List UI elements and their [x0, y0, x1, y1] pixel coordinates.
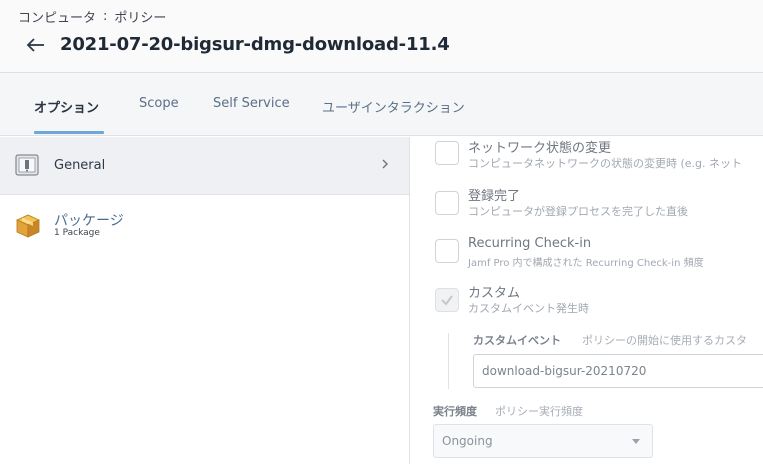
- sidebar-item-packages[interactable]: パッケージ 1 Package: [0, 195, 409, 255]
- trigger-description: カスタムイベント発生時: [468, 302, 589, 315]
- breadcrumb-current: ポリシー: [114, 11, 167, 26]
- caret-down-icon: [632, 439, 640, 444]
- page-title: 2021-07-20-bigsur-dmg-download-11.4: [60, 34, 450, 55]
- frequency-select[interactable]: Ongoing: [433, 424, 653, 458]
- custom-event-input[interactable]: download-bigsur-20210720: [473, 354, 763, 388]
- back-arrow-icon[interactable]: [24, 35, 48, 55]
- breadcrumb: コンピュータ : ポリシー: [18, 7, 166, 26]
- custom-event-label: カスタムイベント: [473, 334, 561, 347]
- custom-checkbox[interactable]: [435, 288, 459, 312]
- frequency-selected-value: Ongoing: [442, 434, 493, 448]
- general-icon: [15, 154, 39, 176]
- package-count: 1 Package: [54, 228, 100, 238]
- sidebar-item-general[interactable]: General: [0, 137, 409, 195]
- trigger-title: 登録完了: [468, 189, 521, 204]
- frequency-hint: ポリシー実行頻度: [495, 405, 583, 418]
- breadcrumb-separator: :: [103, 9, 108, 24]
- tab-options[interactable]: オプション: [34, 97, 99, 116]
- enrollment-complete-checkbox[interactable]: [435, 191, 459, 215]
- frequency-label: 実行頻度: [433, 405, 477, 418]
- checkmark-icon: [441, 295, 453, 306]
- custom-event-hint: ポリシーの開始に使用するカスタ: [582, 334, 747, 347]
- active-tab-indicator: [34, 131, 104, 134]
- network-change-checkbox[interactable]: [435, 141, 459, 165]
- breadcrumb-parent[interactable]: コンピュータ: [18, 7, 96, 26]
- trigger-description: コンピュータネットワークの状態の変更時 (e.g. ネット: [468, 157, 743, 170]
- trigger-description: Jamf Pro 内で構成された Recurring Check-in 頻度: [468, 258, 704, 269]
- page-header: コンピュータ : ポリシー 2021-07-20-bigsur-dmg-down…: [0, 0, 763, 73]
- trigger-title: Recurring Check-in: [468, 236, 592, 251]
- tab-bar: オプション Scope Self Service ユーザインタラクション: [0, 73, 763, 136]
- tab-scope[interactable]: Scope: [139, 96, 179, 111]
- custom-event-indent: [448, 333, 449, 389]
- trigger-title: ネットワーク状態の変更: [468, 141, 612, 156]
- tab-self-service[interactable]: Self Service: [213, 96, 290, 111]
- chevron-right-icon: [382, 159, 388, 169]
- package-icon: [16, 214, 40, 238]
- trigger-title: カスタム: [468, 286, 521, 301]
- trigger-options-panel: ネットワーク状態の変更 コンピュータネットワークの状態の変更時 (e.g. ネッ…: [411, 137, 763, 464]
- payload-sidebar: General パッケージ 1 Package: [0, 137, 410, 464]
- sidebar-item-label: General: [54, 158, 106, 173]
- recurring-checkin-checkbox[interactable]: [435, 239, 459, 263]
- tab-user-interaction[interactable]: ユーザインタラクション: [322, 97, 465, 116]
- trigger-description: コンピュータが登録プロセスを完了した直後: [468, 205, 688, 218]
- sidebar-item-label: パッケージ: [54, 213, 124, 229]
